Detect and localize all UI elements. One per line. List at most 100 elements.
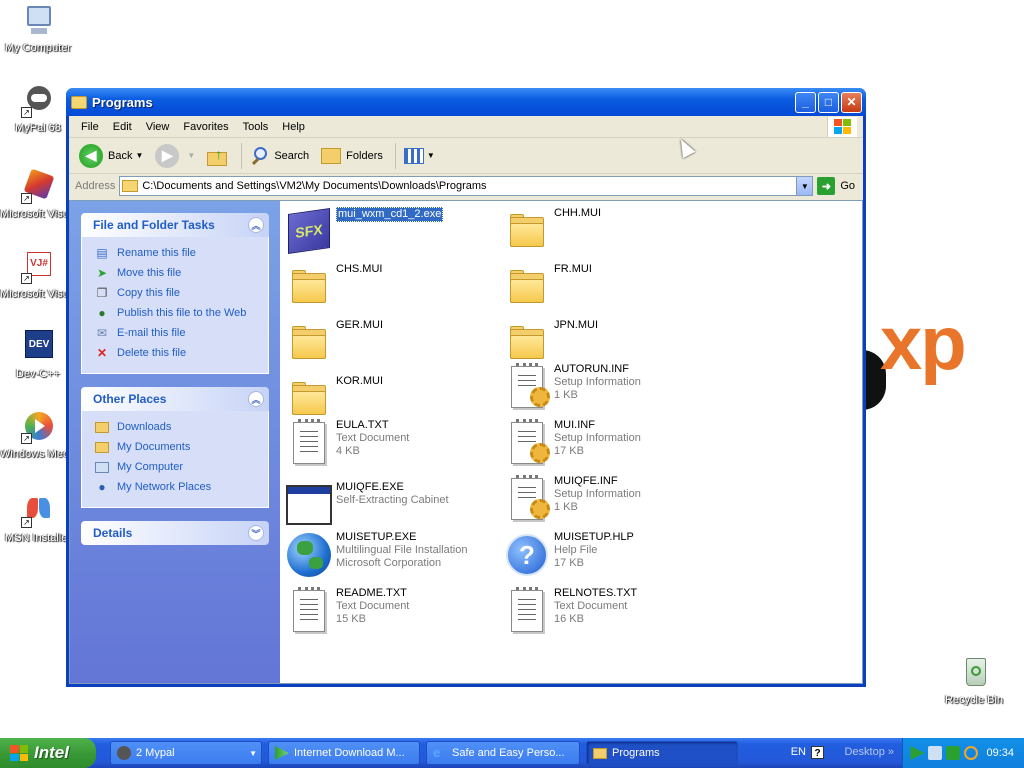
explorer-window: Programs _ □ ✕ File Edit View Favorites … [66, 88, 866, 687]
go-button[interactable]: ➜ Go [817, 177, 855, 195]
desktop-icon-recycle-bin[interactable]: Recycle Bin [936, 656, 1012, 706]
minimize-button[interactable]: _ [795, 91, 816, 113]
folder-icon [284, 263, 334, 311]
task-move[interactable]: ➤ Move this file [94, 263, 258, 283]
file-item[interactable]: RELNOTES.TXT Text Document 16 KB [502, 587, 712, 635]
desktop-icon-label: Microsoft Visual J# 2005 Exp [0, 288, 76, 300]
desktop-icon-visual-jsharp[interactable]: VJ# ↗ Microsoft Visual J# 2005 Exp [0, 250, 76, 300]
menu-edit[interactable]: Edit [107, 119, 140, 135]
collapse-icon[interactable]: ︽ [248, 391, 264, 407]
chevron-down-icon[interactable]: ▼ [796, 177, 813, 195]
task-email[interactable]: ✉ E-mail this file [94, 323, 258, 343]
panel-header[interactable]: Details ︾ [81, 521, 269, 545]
views-button[interactable]: ▼ [400, 145, 439, 167]
desktop-icon-label: Dev-C++ [15, 368, 61, 380]
file-item[interactable]: GER.MUI [284, 319, 494, 367]
taskbar-button-idm[interactable]: Internet Download M... [268, 741, 420, 765]
menu-file[interactable]: File [75, 119, 107, 135]
collapse-icon[interactable]: ︽ [248, 217, 264, 233]
file-item[interactable]: CHH.MUI [502, 207, 712, 255]
bluetooth-icon[interactable] [946, 746, 961, 760]
language-indicator[interactable]: EN [791, 746, 806, 758]
file-name: mui_wxm_cd1_2.exe [336, 207, 444, 222]
taskbar-button-programs[interactable]: Programs [586, 741, 738, 765]
title-bar[interactable]: Programs _ □ ✕ [66, 88, 866, 116]
desktop-toolbar[interactable]: Desktop » [844, 746, 894, 758]
file-item[interactable]: SFX mui_wxm_cd1_2.exe [284, 207, 494, 255]
place-my-computer[interactable]: My Computer [94, 457, 258, 477]
desktop-icon-my-computer[interactable]: My Computer [0, 4, 76, 54]
forward-button[interactable]: ▶ ▼ [151, 141, 199, 171]
file-item[interactable]: MUI.INF Setup Information 17 KB [502, 419, 712, 467]
start-button[interactable]: Intel [0, 738, 96, 768]
file-item[interactable]: JPN.MUI [502, 319, 712, 367]
taskbar-button-ie[interactable]: e Safe and Easy Perso... [426, 741, 580, 765]
file-item[interactable]: AUTORUN.INF Setup Information 1 KB [502, 363, 712, 411]
search-button[interactable]: Search [246, 143, 313, 169]
file-item[interactable]: EULA.TXT Text Document 4 KB [284, 419, 494, 467]
task-label: Move this file [117, 267, 182, 279]
my-computer-icon [21, 4, 55, 38]
chevron-down-icon[interactable]: ▼ [427, 151, 435, 160]
chevron-down-icon: ▼ [249, 748, 257, 758]
task-rename[interactable]: ▤ Rename this file [94, 243, 258, 263]
address-input[interactable]: C:\Documents and Settings\VM2\My Documen… [119, 176, 814, 196]
chevron-down-icon[interactable]: ▼ [135, 151, 143, 160]
file-item[interactable]: KOR.MUI [284, 375, 494, 423]
file-item[interactable]: CHS.MUI [284, 263, 494, 311]
desktop-icon-dev-cpp[interactable]: DEV Dev-C++ [0, 330, 76, 380]
up-folder-button[interactable]: ↑ [203, 143, 233, 169]
place-my-network[interactable]: ● My Network Places [94, 477, 258, 497]
help-icon[interactable]: ? [811, 746, 824, 759]
panel-header[interactable]: Other Places ︽ [81, 387, 269, 411]
place-downloads[interactable]: Downloads [94, 417, 258, 437]
file-item[interactable]: ? MUISETUP.HLP Help File 17 KB [502, 531, 712, 579]
address-label: Address [75, 180, 116, 192]
setup-info-icon [502, 419, 552, 467]
desktop-icon-visual-studio[interactable]: ↗ Microsoft Visual Studio 2005 [0, 168, 76, 220]
file-item[interactable]: README.TXT Text Document 15 KB [284, 587, 494, 635]
file-name: MUIQFE.EXE [336, 481, 404, 493]
expand-icon[interactable]: ︾ [248, 525, 264, 541]
menu-favorites[interactable]: Favorites [177, 119, 236, 135]
menu-tools[interactable]: Tools [237, 119, 277, 135]
my-documents-icon [94, 439, 110, 455]
menu-help[interactable]: Help [276, 119, 313, 135]
taskbar: Intel 2 Mypal ▼ Internet Download M... e… [0, 738, 1024, 768]
window-exe-icon [284, 481, 334, 529]
start-label: Intel [34, 743, 69, 762]
task-delete[interactable]: ✕ Delete this file [94, 343, 258, 363]
task-label: E-mail this file [117, 327, 186, 339]
desktop-icon-mypal[interactable]: ↗ MyPal 68 [0, 84, 76, 134]
desktop-icon-msn-installer[interactable]: ↗ MSN Installer [0, 494, 76, 544]
download-arrow-icon[interactable] [910, 746, 925, 760]
file-item[interactable]: FR.MUI [502, 263, 712, 311]
details-panel: Details ︾ [81, 521, 269, 545]
file-item[interactable]: MUIQFE.EXE Self-Extracting Cabinet [284, 481, 494, 529]
menu-view[interactable]: View [140, 119, 178, 135]
file-size: 17 KB [554, 557, 584, 569]
maximize-button[interactable]: □ [818, 91, 839, 113]
panel-header[interactable]: File and Folder Tasks ︽ [81, 213, 269, 237]
task-publish[interactable]: ● Publish this file to the Web [94, 303, 258, 323]
place-my-documents[interactable]: My Documents [94, 437, 258, 457]
folders-button[interactable]: Folders [317, 145, 387, 167]
file-item[interactable]: MUIQFE.INF Setup Information 1 KB [502, 475, 712, 523]
file-item[interactable]: MUISETUP.EXE Multilingual File Installat… [284, 531, 494, 579]
search-icon[interactable] [964, 746, 979, 760]
clock: 09:34 [986, 747, 1014, 759]
file-name: MUISETUP.EXE [336, 531, 417, 543]
window-title: Programs [92, 94, 153, 110]
network-icon[interactable] [928, 746, 943, 760]
desktop-icon-media-player[interactable]: ↗ Windows Media Player [0, 410, 76, 460]
raccoon-icon [117, 746, 131, 760]
setup-info-icon [502, 475, 552, 523]
task-pane: File and Folder Tasks ︽ ▤ Rename this fil… [70, 201, 280, 683]
task-copy[interactable]: ❐ Copy this file [94, 283, 258, 303]
move-icon: ➤ [96, 266, 108, 280]
taskbar-button-mypal[interactable]: 2 Mypal ▼ [110, 741, 262, 765]
close-button[interactable]: ✕ [841, 91, 862, 113]
chevron-down-icon[interactable]: ▼ [187, 151, 195, 160]
back-button[interactable]: ◀ Back ▼ [75, 141, 147, 171]
file-size: 16 KB [554, 613, 584, 625]
